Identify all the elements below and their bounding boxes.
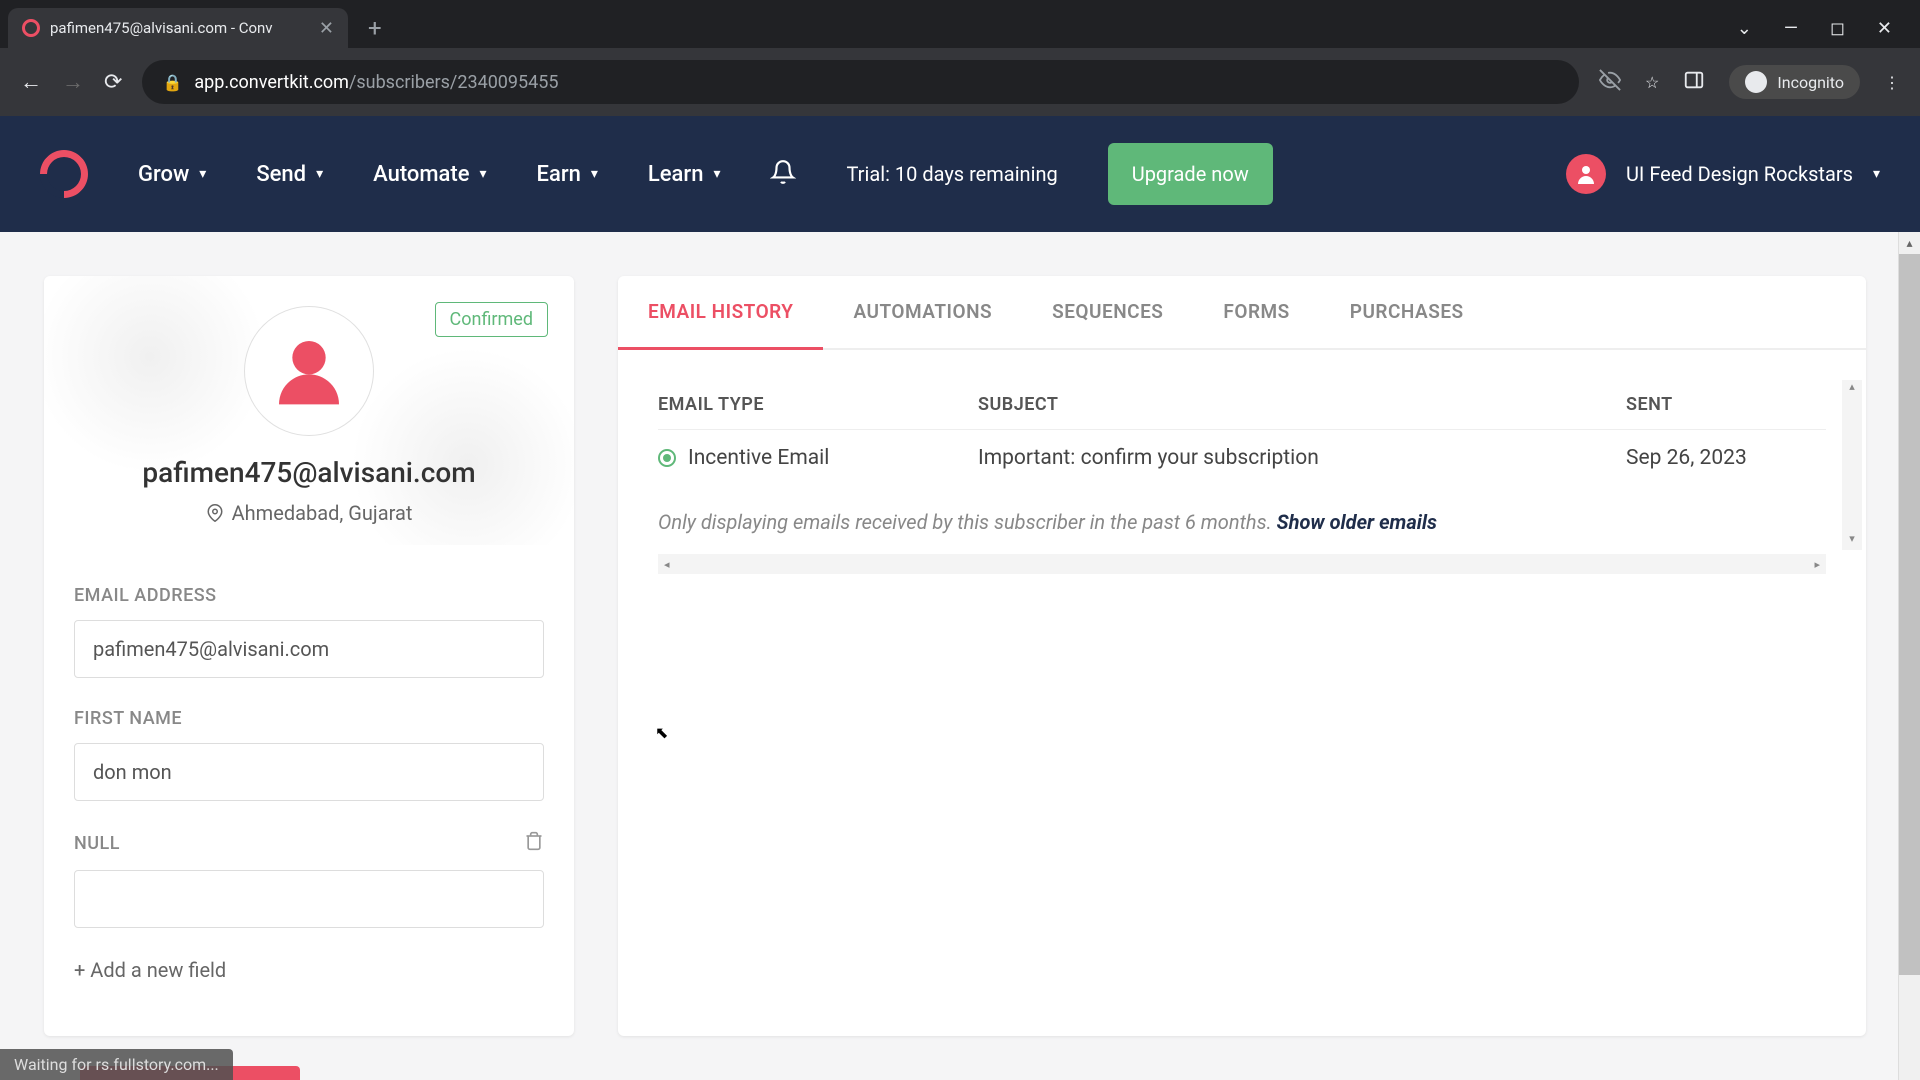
profile-header: Confirmed pafimen475@alvisani.com Ahmeda… xyxy=(44,276,574,545)
nav-earn[interactable]: Earn▾ xyxy=(537,162,598,187)
account-name: UI Feed Design Rockstars xyxy=(1626,162,1853,186)
detail-panel: EMAIL HISTORY AUTOMATIONS SEQUENCES FORM… xyxy=(618,276,1866,1036)
tab-sequences[interactable]: SEQUENCES xyxy=(1022,276,1193,348)
tab-forms[interactable]: FORMS xyxy=(1193,276,1319,348)
account-dropdown[interactable]: UI Feed Design Rockstars ▾ xyxy=(1566,154,1880,194)
app-container: Grow▾ Send▾ Automate▾ Earn▾ Learn▾ Trial… xyxy=(0,116,1920,1080)
url-input[interactable]: 🔒 app.convertkit.com/subscribers/2340095… xyxy=(142,60,1579,104)
close-window-icon[interactable]: ✕ xyxy=(1877,18,1892,39)
window-controls: ⌄ — ◻ ✕ xyxy=(1737,18,1912,39)
nav-send[interactable]: Send▾ xyxy=(256,162,323,187)
bell-icon[interactable] xyxy=(770,159,796,189)
content-area: Confirmed pafimen475@alvisani.com Ahmeda… xyxy=(0,232,1920,1080)
profile-location: Ahmedabad, Gujarat xyxy=(74,501,544,525)
th-sent: SENT xyxy=(1626,394,1826,415)
incognito-icon xyxy=(1745,71,1767,93)
table-horizontal-scrollbar[interactable]: ◂▸ xyxy=(658,554,1826,574)
show-older-link[interactable]: Show older emails xyxy=(1277,510,1437,534)
chevron-down-icon: ▾ xyxy=(713,166,720,182)
tab-email-history[interactable]: EMAIL HISTORY xyxy=(618,276,823,350)
back-button[interactable]: ← xyxy=(20,69,42,95)
url-text: app.convertkit.com/subscribers/234009545… xyxy=(194,72,558,93)
incognito-badge[interactable]: Incognito xyxy=(1729,65,1860,99)
browser-status-bar: Waiting for rs.fullstory.com... xyxy=(0,1049,233,1080)
kebab-menu-icon[interactable]: ⋮ xyxy=(1884,73,1900,92)
chevron-down-icon: ▾ xyxy=(480,166,487,182)
chevron-down-icon: ▾ xyxy=(316,166,323,182)
incognito-label: Incognito xyxy=(1777,73,1844,92)
null-label: NULL xyxy=(74,831,544,856)
maximize-icon[interactable]: ◻ xyxy=(1830,18,1845,39)
chevron-down-icon: ▾ xyxy=(199,166,206,182)
table-vertical-scrollbar[interactable]: ▴ ▾ xyxy=(1842,380,1862,550)
close-tab-icon[interactable]: ✕ xyxy=(319,18,334,39)
address-bar: ← → ⟳ 🔒 app.convertkit.com/subscribers/2… xyxy=(0,48,1920,116)
firstname-label: FIRST NAME xyxy=(74,708,544,729)
status-dot-icon xyxy=(658,449,676,467)
upgrade-button[interactable]: Upgrade now xyxy=(1108,143,1273,205)
email-field[interactable] xyxy=(74,620,544,678)
th-email-type: EMAIL TYPE xyxy=(658,394,978,415)
eye-off-icon[interactable] xyxy=(1599,69,1621,95)
tab-purchases[interactable]: PURCHASES xyxy=(1320,276,1494,348)
trash-icon[interactable] xyxy=(524,831,544,856)
browser-chrome: pafimen475@alvisani.com - Conv ✕ + ⌄ — ◻… xyxy=(0,0,1920,116)
chevron-down-icon: ▾ xyxy=(1873,166,1880,182)
profile-email: pafimen475@alvisani.com xyxy=(74,456,544,489)
profile-card: Confirmed pafimen475@alvisani.com Ahmeda… xyxy=(44,276,574,1036)
minimize-icon[interactable]: — xyxy=(1784,18,1798,39)
td-email-type: Incentive Email xyxy=(658,446,978,470)
reload-button[interactable]: ⟳ xyxy=(104,70,122,95)
trial-text: Trial: 10 days remaining xyxy=(846,161,1057,187)
favicon-icon xyxy=(22,19,40,37)
td-sent: Sep 26, 2023 xyxy=(1626,446,1826,470)
firstname-field[interactable] xyxy=(74,743,544,801)
browser-tab[interactable]: pafimen475@alvisani.com - Conv ✕ xyxy=(8,8,348,48)
avatar-icon xyxy=(1566,154,1606,194)
th-subject: SUBJECT xyxy=(978,394,1626,415)
nav-learn[interactable]: Learn▾ xyxy=(648,162,721,187)
convertkit-logo[interactable] xyxy=(30,140,98,208)
older-emails-note: Only displaying emails received by this … xyxy=(658,510,1826,534)
forward-button[interactable]: → xyxy=(62,69,84,95)
nav-grow[interactable]: Grow▾ xyxy=(138,162,206,187)
location-pin-icon xyxy=(206,504,224,522)
nav-automate[interactable]: Automate▾ xyxy=(373,162,486,187)
email-history-table: EMAIL TYPE SUBJECT SENT Incentive Email … xyxy=(618,350,1866,604)
email-label: EMAIL ADDRESS xyxy=(74,585,544,606)
profile-fields: EMAIL ADDRESS FIRST NAME NULL + Add a ne… xyxy=(44,545,574,1022)
tab-bar: pafimen475@alvisani.com - Conv ✕ + ⌄ — ◻… xyxy=(0,0,1920,48)
tab-title: pafimen475@alvisani.com - Conv xyxy=(50,19,309,37)
tabs-dropdown-icon[interactable]: ⌄ xyxy=(1737,18,1752,39)
table-header-row: EMAIL TYPE SUBJECT SENT xyxy=(658,380,1826,430)
bookmark-star-icon[interactable]: ☆ xyxy=(1645,73,1659,92)
tab-automations[interactable]: AUTOMATIONS xyxy=(823,276,1022,348)
chevron-down-icon: ▾ xyxy=(591,166,598,182)
side-panel-icon[interactable] xyxy=(1683,69,1705,95)
page-scrollbar[interactable]: ▴ xyxy=(1898,232,1920,1080)
avatar-large xyxy=(244,306,374,436)
status-badge: Confirmed xyxy=(435,302,548,337)
new-tab-button[interactable]: + xyxy=(368,14,382,42)
add-field-link[interactable]: + Add a new field xyxy=(74,958,544,982)
td-subject: Important: confirm your subscription xyxy=(978,446,1626,470)
table-row[interactable]: Incentive Email Important: confirm your … xyxy=(658,430,1826,486)
detail-tabs: EMAIL HISTORY AUTOMATIONS SEQUENCES FORM… xyxy=(618,276,1866,350)
app-nav: Grow▾ Send▾ Automate▾ Earn▾ Learn▾ Trial… xyxy=(0,116,1920,232)
null-field[interactable] xyxy=(74,870,544,928)
lock-icon: 🔒 xyxy=(162,73,182,92)
